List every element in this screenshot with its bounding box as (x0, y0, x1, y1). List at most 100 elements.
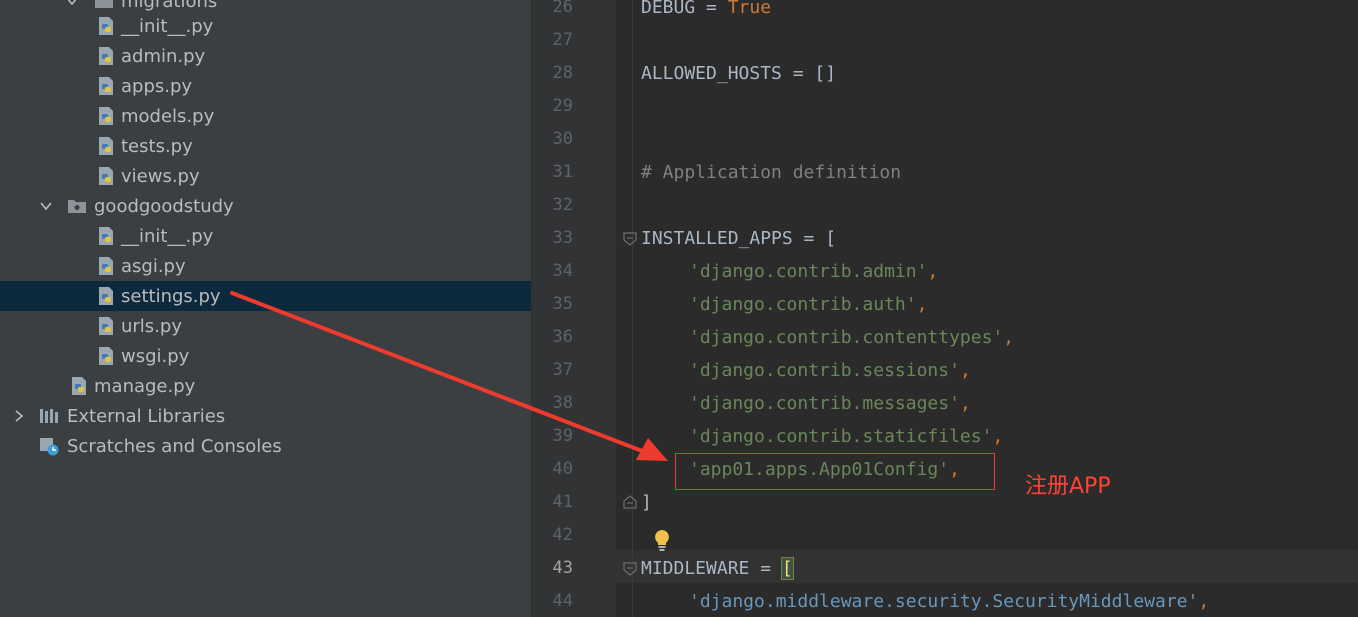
chevron-down-icon[interactable] (38, 198, 54, 214)
python-file-icon (96, 106, 116, 126)
tree-item-init-py[interactable]: __init__.py (0, 221, 531, 251)
tree-item-label: apps.py (121, 75, 193, 97)
code-string: 'django.contrib.contenttypes' (689, 327, 1004, 348)
annotation-highlight-box (675, 453, 995, 490)
tree-item-label: admin.py (121, 45, 206, 67)
current-line-number: 43 (552, 558, 573, 578)
tree-item-label: migrations (121, 0, 218, 12)
code-string: 'django.contrib.sessions' (689, 360, 960, 381)
code-line-app[interactable]: 'django.contrib.messages', (689, 387, 971, 420)
line-number: 37 (552, 360, 573, 380)
tree-item-label: urls.py (121, 315, 182, 337)
line-number: 28 (552, 63, 573, 83)
tree-item-urls-py[interactable]: urls.py (0, 311, 531, 341)
tree-item-scratches-and-consoles[interactable]: Scratches and Consoles (0, 431, 531, 461)
code-comma: , (916, 294, 928, 315)
code-editor[interactable]: 26 27 28 29 30 31 32 33 34 35 36 37 38 3… (533, 0, 1358, 617)
code-comma: , (1003, 327, 1015, 348)
tree-item-label: manage.py (94, 375, 196, 397)
tree-item-views-py[interactable]: views.py (0, 161, 531, 191)
fold-icon[interactable] (623, 561, 637, 576)
code-comma: , (927, 261, 939, 282)
code-line-middleware[interactable]: MIDDLEWARE = [ (641, 552, 794, 585)
code-comma: , (992, 426, 1004, 447)
code-comma: , (1198, 591, 1210, 612)
tree-item-external-libraries[interactable]: External Libraries (0, 401, 531, 431)
line-number: 38 (552, 393, 573, 413)
annotation-label: 注册APP (1025, 474, 1111, 499)
folder-icon (94, 0, 114, 11)
tree-item-models-py[interactable]: models.py (0, 101, 531, 131)
tree-item-admin-py[interactable]: admin.py (0, 41, 531, 71)
python-file-icon (96, 46, 116, 66)
code-line-allowed-hosts[interactable]: ALLOWED_HOSTS = [] (641, 57, 836, 90)
tree-item-asgi-py[interactable]: asgi.py (0, 251, 531, 281)
python-file-icon (96, 166, 116, 186)
code-line-installed-apps[interactable]: INSTALLED_APPS = [ (641, 222, 836, 255)
line-number: 31 (552, 162, 573, 182)
fold-icon[interactable] (623, 231, 637, 246)
python-file-icon (96, 136, 116, 156)
tree-item-goodgoodstudy[interactable]: goodgoodstudy (0, 191, 531, 221)
tree-item-label: asgi.py (121, 255, 186, 277)
line-number: 40 (552, 459, 573, 479)
line-number: 27 (552, 30, 573, 50)
tree-item-manage-py[interactable]: manage.py (0, 371, 531, 401)
code-line-app[interactable]: 'django.contrib.admin', (689, 255, 938, 288)
python-file-icon (96, 346, 116, 366)
code-string: 'django.contrib.messages' (689, 393, 960, 414)
code-string: 'django.contrib.auth' (689, 294, 917, 315)
chevron-right-icon[interactable] (11, 408, 27, 424)
code-line-close-bracket[interactable]: ] (641, 486, 652, 519)
code-string: 'django.contrib.staticfiles' (689, 426, 993, 447)
python-file-icon (96, 16, 116, 36)
library-icon (39, 406, 59, 426)
fold-end-icon[interactable] (623, 494, 637, 509)
code-keyword: True (727, 0, 772, 18)
line-number: 36 (552, 327, 573, 347)
line-number: 39 (552, 426, 573, 446)
code-string: 'django.middleware.security.SecurityMidd… (689, 591, 1199, 612)
tree-item-wsgi-py[interactable]: wsgi.py (0, 341, 531, 371)
package-folder-icon (67, 196, 87, 216)
line-number: 33 (552, 228, 573, 248)
code-line-debug[interactable]: DEBUG = True (641, 0, 771, 24)
line-number: 26 (552, 0, 573, 17)
code-comma: , (959, 393, 971, 414)
chevron-down-icon[interactable] (64, 0, 80, 9)
project-tree-panel: migrations __init__.py admin.py apps.py … (0, 0, 531, 617)
code-comma: , (959, 360, 971, 381)
tree-item-label: goodgoodstudy (94, 195, 234, 217)
line-number: 29 (552, 96, 573, 116)
code-line-app[interactable]: 'django.contrib.contenttypes', (689, 321, 1014, 354)
tree-item-tests-py[interactable]: tests.py (0, 131, 531, 161)
code-line-app[interactable]: 'django.contrib.auth', (689, 288, 927, 321)
tree-item-settings-py[interactable]: settings.py (0, 281, 531, 311)
tree-item-label: views.py (121, 165, 200, 187)
line-number-gutter: 26 27 28 29 30 31 32 33 34 35 36 37 38 3… (533, 0, 616, 617)
tree-item-init-py[interactable]: __init__.py (0, 11, 531, 41)
line-number: 41 (552, 492, 573, 512)
python-file-icon (96, 226, 116, 246)
tree-item-label: __init__.py (121, 15, 214, 37)
code-identifier: MIDDLEWARE = (641, 558, 782, 579)
python-file-icon (96, 316, 116, 336)
code-line-comment[interactable]: # Application definition (641, 156, 901, 189)
tree-item-label: settings.py (121, 285, 221, 307)
code-line-app[interactable]: 'django.contrib.sessions', (689, 354, 971, 387)
tree-item-apps-py[interactable]: apps.py (0, 71, 531, 101)
tree-item-label: __init__.py (121, 225, 214, 247)
code-line-middleware-item[interactable]: 'django.middleware.security.SecurityMidd… (689, 585, 1209, 617)
line-number: 44 (552, 591, 573, 611)
tree-item-label: External Libraries (67, 405, 226, 427)
lightbulb-icon[interactable] (652, 528, 672, 552)
python-file-icon (96, 256, 116, 276)
tree-item-label: models.py (121, 105, 215, 127)
line-number: 35 (552, 294, 573, 314)
matched-bracket: [ (780, 557, 794, 580)
line-number: 34 (552, 261, 573, 281)
tree-item-label: wsgi.py (121, 345, 190, 367)
indent-guide (632, 0, 633, 617)
code-line-app[interactable]: 'django.contrib.staticfiles', (689, 420, 1003, 453)
line-number: 32 (552, 195, 573, 215)
